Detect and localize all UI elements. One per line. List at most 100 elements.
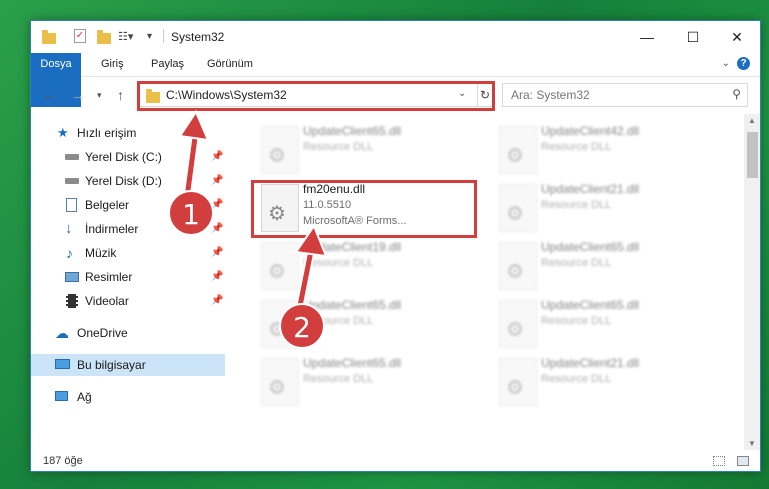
sidebar-item-quick-access[interactable]: ★ Hızlı erişim — [31, 122, 225, 144]
videos-icon — [66, 294, 78, 308]
file-item[interactable]: UpdateClient42.dll Resource DLL — [491, 124, 721, 178]
file-name: UpdateClient65.dll — [303, 356, 402, 370]
recent-locations-icon[interactable]: ▾ — [97, 90, 102, 101]
dll-file-icon — [499, 242, 537, 290]
up-arrow-icon[interactable]: ↑ — [117, 87, 124, 103]
dll-file-icon — [499, 184, 537, 232]
file-item[interactable]: UpdateClient19.dll Resource DLL — [253, 240, 483, 294]
file-name: UpdateClient19.dll — [303, 240, 402, 254]
download-icon: ↓ — [65, 220, 73, 237]
sidebar-item-label: Ağ — [77, 390, 92, 404]
file-description: Resource DLL — [541, 315, 612, 327]
properties-icon[interactable]: ✓ — [74, 29, 86, 43]
file-name: UpdateClient65.dll — [303, 124, 402, 138]
pin-icon[interactable]: 📌 — [211, 218, 223, 240]
ribbon: Dosya Giriş Paylaş Görünüm ⌄ ? — [31, 53, 760, 107]
chevron-down-icon[interactable]: ▾ — [147, 31, 152, 42]
customize-toolbar-icon[interactable]: ☷▾ — [118, 30, 133, 43]
file-explorer-window: ✓ ☷▾ ▾ System32 — ☐ ✕ Dosya Giriş Paylaş… — [30, 20, 761, 472]
search-icon[interactable]: ⚲ — [732, 87, 741, 101]
file-company: MicrosoftA® Forms... — [303, 215, 407, 227]
sidebar-item-music[interactable]: ♪ Müzik 📌 — [31, 242, 225, 264]
sidebar-item-network[interactable]: Ağ — [31, 386, 225, 408]
cloud-icon: ☁ — [55, 325, 69, 341]
computer-icon — [55, 359, 70, 369]
minimize-button[interactable]: — — [624, 21, 670, 53]
sidebar-item-pictures[interactable]: Resimler 📌 — [31, 266, 225, 288]
pin-icon[interactable]: 📌 — [211, 266, 223, 288]
refresh-icon[interactable]: ↻ — [477, 84, 492, 106]
address-dropdown-icon[interactable]: ⌄ — [458, 88, 466, 99]
file-name: UpdateClient21.dll — [541, 356, 640, 370]
file-description: Resource DLL — [541, 141, 612, 153]
maximize-button[interactable]: ☐ — [670, 21, 716, 53]
back-arrow-icon[interactable]: ← — [43, 87, 57, 103]
pin-icon[interactable]: 📌 — [211, 170, 223, 192]
dll-file-icon — [499, 300, 537, 348]
dll-file-icon — [261, 184, 299, 232]
dll-file-icon — [261, 126, 299, 174]
file-version: 11.0.5510 — [303, 199, 352, 211]
network-icon — [55, 391, 68, 401]
pin-icon[interactable]: 📌 — [211, 146, 223, 168]
sidebar-item-label: Belgeler — [85, 198, 130, 212]
pin-icon[interactable]: 📌 — [211, 290, 223, 312]
sidebar-item-onedrive[interactable]: ☁ OneDrive — [31, 322, 225, 344]
status-bar: 187 öğe — [31, 450, 760, 471]
file-item[interactable]: UpdateClient21.dll Resource DLL — [491, 182, 721, 236]
scrollbar-thumb[interactable] — [747, 132, 758, 178]
tab-home[interactable]: Giriş — [91, 53, 134, 76]
pictures-icon — [65, 272, 79, 282]
dll-file-icon — [499, 126, 537, 174]
file-description: Resource DLL — [303, 373, 374, 385]
sidebar-item-this-pc[interactable]: Bu bilgisayar — [31, 354, 225, 376]
forward-arrow-icon[interactable]: → — [71, 87, 85, 103]
sidebar-item-label: Yerel Disk (D:) — [85, 174, 162, 188]
close-button[interactable]: ✕ — [714, 21, 760, 53]
scroll-up-icon[interactable]: ▲ — [748, 116, 756, 125]
title-separator — [163, 29, 164, 43]
file-description: Resource DLL — [303, 141, 374, 153]
address-path[interactable]: C:\Windows\System32 — [166, 88, 287, 102]
pin-icon[interactable]: 📌 — [211, 242, 223, 264]
file-description: Resource DLL — [541, 257, 612, 269]
sidebar-item-label: Videolar — [85, 294, 129, 308]
details-view-icon[interactable] — [713, 456, 725, 466]
tab-view[interactable]: Görünüm — [197, 53, 263, 76]
dll-file-icon — [261, 242, 299, 290]
star-icon: ★ — [57, 125, 69, 140]
file-name: UpdateClient65.dll — [541, 298, 640, 312]
search-placeholder: Ara: System32 — [511, 88, 590, 102]
file-name: UpdateClient42.dll — [541, 124, 640, 138]
file-item[interactable]: UpdateClient65.dll Resource DLL — [253, 356, 483, 410]
title-bar: ✓ ☷▾ ▾ System32 — ☐ ✕ — [31, 21, 760, 53]
scroll-down-icon[interactable]: ▼ — [748, 439, 756, 448]
drive-icon — [65, 154, 79, 160]
search-input[interactable]: Ara: System32 ⚲ — [502, 83, 748, 107]
file-item[interactable]: UpdateClient21.dll Resource DLL — [491, 356, 721, 410]
step-badge-1: 1 — [168, 190, 214, 236]
dll-file-icon — [499, 358, 537, 406]
sidebar-item-label: İndirmeler — [85, 222, 139, 236]
sidebar-item-local-disk-d[interactable]: Yerel Disk (D:) 📌 — [31, 170, 225, 192]
documents-icon — [66, 198, 77, 212]
tab-share[interactable]: Paylaş — [141, 53, 194, 76]
step-badge-2: 2 — [279, 303, 325, 349]
window-title: System32 — [171, 30, 225, 44]
file-name: UpdateClient65.dll — [541, 240, 640, 254]
sidebar-item-label: Müzik — [85, 246, 117, 260]
file-item[interactable]: UpdateClient65.dll Resource DLL — [491, 240, 721, 294]
file-item[interactable]: UpdateClient65.dll Resource DLL — [253, 124, 483, 178]
file-name: fm20enu.dll — [303, 182, 366, 196]
help-icon[interactable]: ? — [737, 57, 750, 70]
vertical-scrollbar[interactable]: ▲ ▼ — [744, 114, 760, 450]
file-item[interactable]: UpdateClient65.dll Resource DLL — [491, 298, 721, 352]
sidebar-item-local-disk-c[interactable]: Yerel Disk (C:) 📌 — [31, 146, 225, 168]
navigation-bar: ← → ▾ ↑ C:\Windows\System32 ⌄ ↻ Ara: Sys… — [31, 78, 760, 112]
file-item-fm20enu[interactable]: fm20enu.dll 11.0.5510 MicrosoftA® Forms.… — [253, 182, 483, 236]
address-bar[interactable]: C:\Windows\System32 ⌄ ↻ — [139, 83, 493, 107]
ribbon-expand-icon[interactable]: ⌄ — [722, 58, 730, 69]
sidebar-item-videos[interactable]: Videolar 📌 — [31, 290, 225, 312]
large-icons-view-icon[interactable] — [737, 456, 749, 466]
drive-icon — [65, 178, 79, 184]
